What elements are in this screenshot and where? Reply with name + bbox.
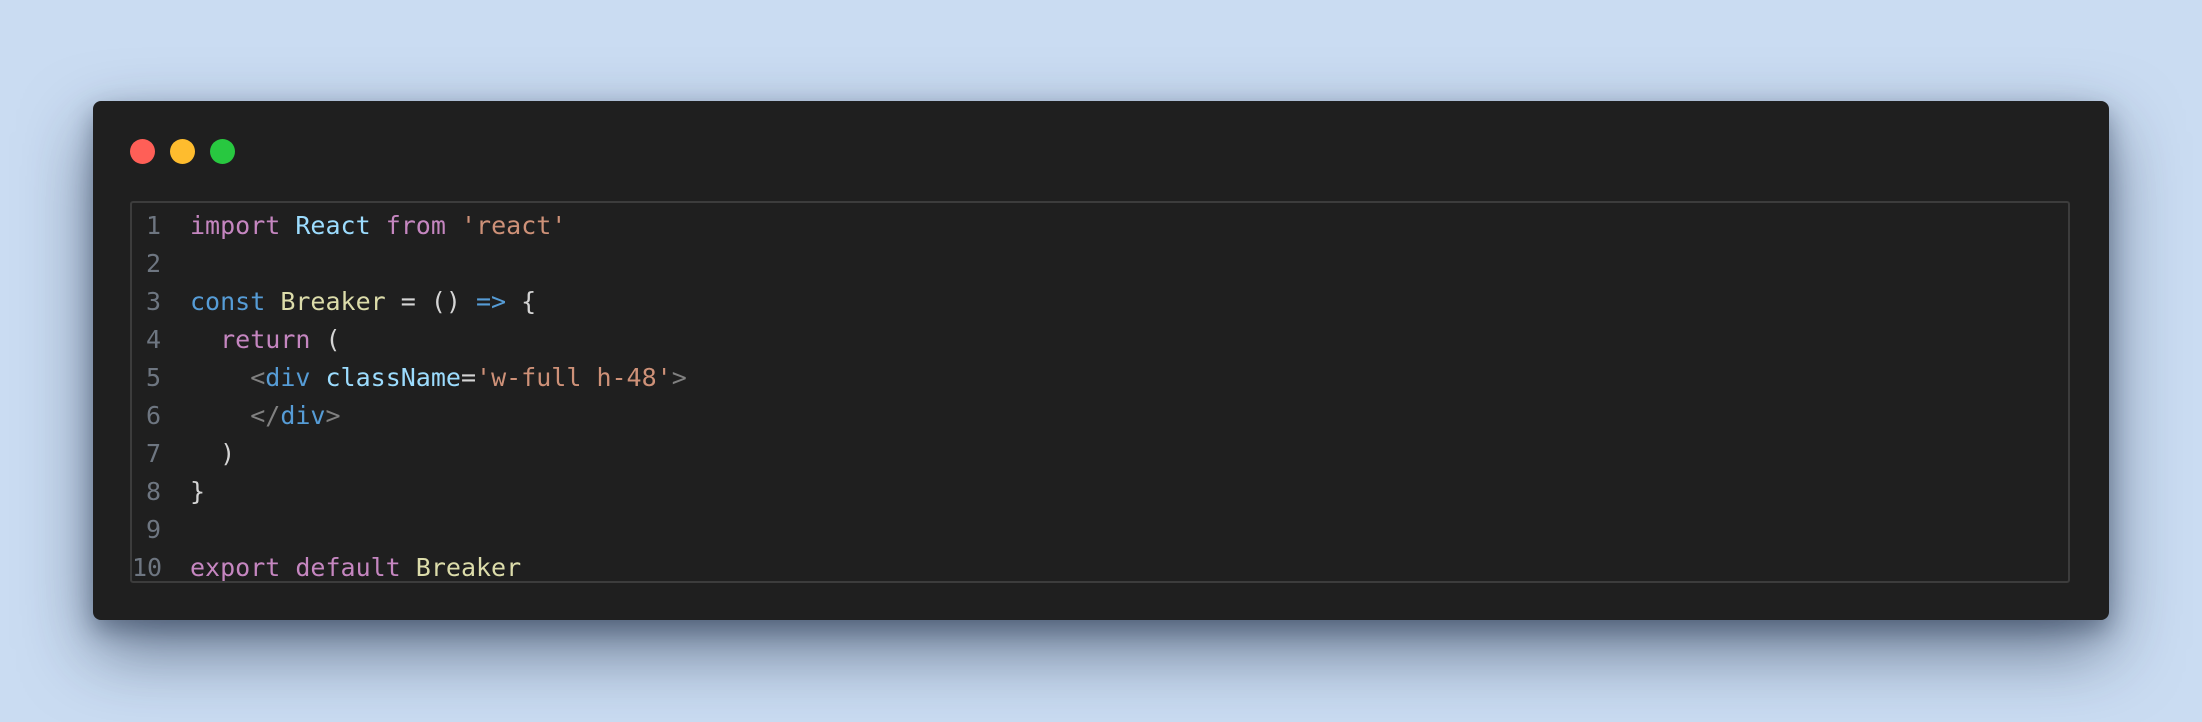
code-token: default <box>295 552 401 582</box>
code-text: <div className='w-full h-48'> <box>190 363 687 392</box>
code-line[interactable]: 4 return ( <box>132 320 2068 358</box>
code-token: div <box>280 400 326 430</box>
code-line[interactable]: 9 <box>132 510 2068 548</box>
code-text: } <box>190 477 205 506</box>
window-controls <box>130 139 235 164</box>
code-text: import React from 'react' <box>190 211 566 240</box>
code-editor[interactable]: 1 import React from 'react' 2 3 const Breake… <box>130 201 2070 583</box>
code-text: ) <box>190 439 235 468</box>
code-token: from <box>385 210 446 240</box>
code-token: { <box>506 286 537 316</box>
code-line[interactable]: 2 <box>132 244 2068 282</box>
code-token: 'w-full h-48' <box>476 362 672 392</box>
code-token: = <box>460 362 477 392</box>
code-line[interactable]: 10 export default Breaker <box>132 548 2068 586</box>
code-token: } <box>190 476 206 506</box>
line-number: 3 <box>145 286 161 316</box>
maximize-window-button[interactable] <box>210 139 235 164</box>
line-number: 2 <box>145 248 161 278</box>
close-window-button[interactable] <box>130 139 155 164</box>
code-window: 1 import React from 'react' 2 3 const Breake… <box>93 101 2109 620</box>
code-text: export default Breaker <box>190 553 521 582</box>
code-token: > <box>325 400 341 430</box>
code-token: div <box>265 362 311 392</box>
code-token: React <box>295 210 371 240</box>
code-token: className <box>325 362 461 392</box>
line-number: 4 <box>145 324 161 354</box>
line-number: 6 <box>145 400 161 430</box>
code-text: return ( <box>190 324 341 354</box>
line-number: 1 <box>145 210 161 240</box>
code-token: export <box>190 552 281 582</box>
code-token: ) <box>190 438 236 468</box>
code-token: Breaker <box>415 552 522 582</box>
code-text: </div> <box>190 400 341 430</box>
code-text: const Breaker = () => { <box>190 287 536 316</box>
code-token: => <box>476 286 507 316</box>
code-token: = () <box>385 286 476 316</box>
code-line[interactable]: 5 <div className='w-full h-48'> <box>132 358 2068 396</box>
line-number: 9 <box>145 514 161 544</box>
code-token: Breaker <box>280 286 386 316</box>
line-number: 5 <box>145 362 161 392</box>
code-token: const <box>190 286 266 316</box>
code-line[interactable]: 1 import React from 'react' <box>132 206 2068 244</box>
line-number: 10 <box>132 552 163 582</box>
code-line[interactable]: 7 ) <box>132 434 2068 472</box>
code-token: </ <box>250 400 281 430</box>
code-line[interactable]: 8} <box>132 472 2068 510</box>
line-number: 8 <box>145 476 161 506</box>
code-token: ( <box>310 324 341 354</box>
code-line[interactable]: 6 </div> <box>132 396 2068 434</box>
minimize-window-button[interactable] <box>170 139 195 164</box>
code-token: < <box>250 362 266 392</box>
code-token: return <box>220 324 311 354</box>
code-token: import <box>190 210 281 240</box>
code-token: > <box>671 362 687 392</box>
line-number: 7 <box>145 438 161 468</box>
code-token: 'react' <box>460 210 567 240</box>
code-line[interactable]: 3 const Breaker = () => { <box>132 282 2068 320</box>
